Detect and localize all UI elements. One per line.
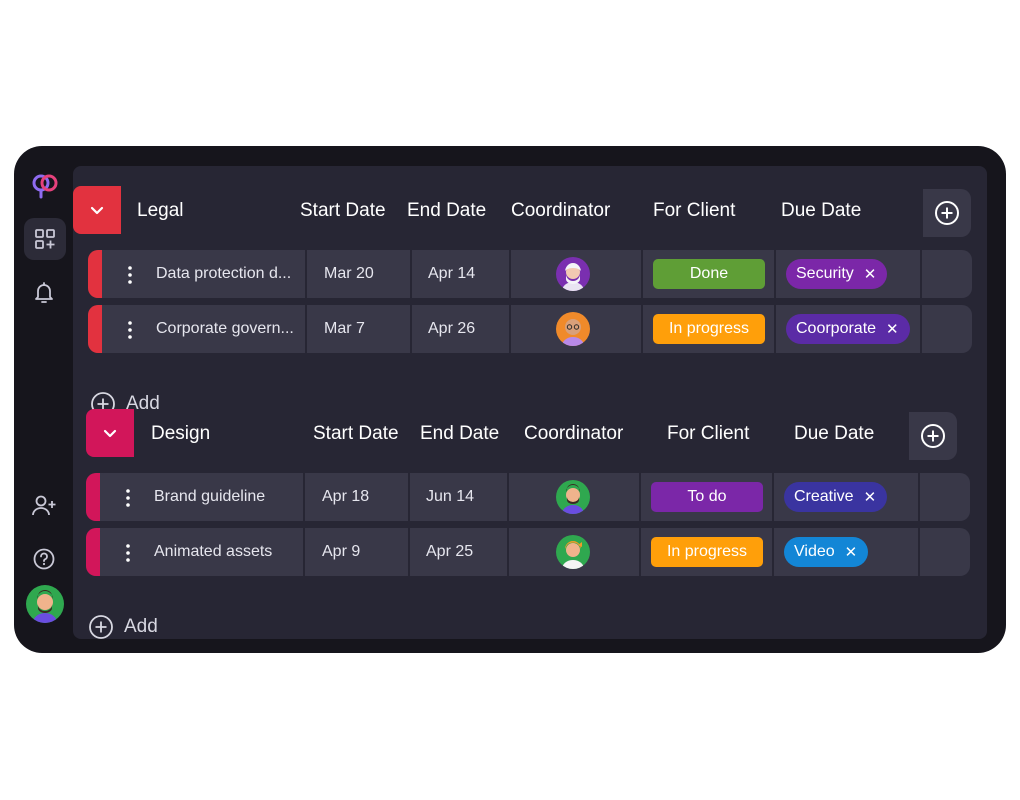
add-column-button[interactable] [923,189,971,237]
coordinator-cell[interactable] [556,250,590,298]
bell-icon[interactable] [33,281,55,305]
dashboard-add-icon [35,229,55,249]
group-header: Legal Start Date End Date Coordinator Fo… [73,186,973,237]
group-title: Design [151,423,211,444]
more-options-icon[interactable] [124,543,132,563]
start-date-cell[interactable]: Apr 9 [322,528,360,576]
due-date-cell[interactable]: Security ✕ [786,250,888,298]
table-row[interactable]: Brand guideline Apr 18 Jun 14 To do Crea… [86,473,970,521]
column-header-start-date[interactable]: Start Date [313,423,399,445]
task-name[interactable]: Animated assets [154,528,272,576]
row-color-stripe [88,305,102,353]
more-options-icon[interactable] [126,320,134,340]
table-row[interactable]: Animated assets Apr 9 Apr 25 In progress… [86,528,970,576]
column-header-start-date[interactable]: Start Date [300,200,386,222]
coordinator-avatar [556,535,590,569]
for-client-cell[interactable]: To do [651,473,763,521]
column-header-due-date[interactable]: Due Date [794,423,874,445]
for-client-cell[interactable]: In progress [651,528,763,576]
task-name[interactable]: Brand guideline [154,473,265,521]
close-icon[interactable]: ✕ [864,490,877,505]
task-name[interactable]: Data protection d... [156,250,291,298]
coordinator-avatar [556,257,590,291]
coordinator-cell[interactable] [556,528,590,576]
tag-label: Creative [794,488,854,505]
add-task-button[interactable]: Add [88,614,158,640]
user-avatar[interactable] [26,585,64,623]
app-window: Legal Start Date End Date Coordinator Fo… [14,146,1006,653]
due-date-cell[interactable]: Video ✕ [784,528,869,576]
plus-circle-icon [921,424,945,448]
collapse-button[interactable] [86,409,134,457]
coordinator-cell[interactable] [556,473,590,521]
start-date-cell[interactable]: Mar 20 [324,250,374,298]
column-header-end-date[interactable]: End Date [420,423,499,445]
table-row[interactable]: Data protection d... Mar 20 Apr 14 Done … [88,250,972,298]
help-icon[interactable] [33,548,55,570]
add-column-button[interactable] [909,412,957,460]
collapse-button[interactable] [73,186,121,234]
close-icon[interactable]: ✕ [886,322,899,337]
more-options-icon[interactable] [124,488,132,508]
task-name[interactable]: Corporate govern... [156,305,294,353]
task-board: Legal Start Date End Date Coordinator Fo… [73,166,987,639]
plus-circle-icon [89,615,113,639]
status-badge[interactable]: In progress [653,314,765,344]
column-header-for-client[interactable]: For Client [667,423,749,445]
add-label: Add [124,616,158,637]
column-header-due-date[interactable]: Due Date [781,200,861,222]
tag-chip[interactable]: Creative ✕ [784,482,888,512]
status-badge[interactable]: In progress [651,537,763,567]
table-row[interactable]: Corporate govern... Mar 7 Apr 26 In prog… [88,305,972,353]
dashboard-nav-button[interactable] [24,218,66,260]
tag-label: Security [796,265,854,282]
close-icon[interactable]: ✕ [845,545,858,560]
status-badge[interactable]: To do [651,482,763,512]
coordinator-avatar [556,480,590,514]
column-header-coordinator[interactable]: Coordinator [511,200,610,222]
logo-icon[interactable] [32,173,58,199]
tag-label: Video [794,543,835,560]
more-options-icon[interactable] [126,265,134,285]
close-icon[interactable]: ✕ [864,267,877,282]
group-header: Design Start Date End Date Coordinator F… [73,409,973,460]
tag-label: Coorporate [796,320,877,337]
row-color-stripe [86,528,100,576]
chevron-down-icon [90,206,104,214]
column-header-end-date[interactable]: End Date [407,200,486,222]
plus-circle-icon [935,201,959,225]
group-title: Legal [137,200,184,221]
start-date-cell[interactable]: Mar 7 [324,305,365,353]
for-client-cell[interactable]: In progress [653,305,765,353]
end-date-cell[interactable]: Apr 25 [426,528,473,576]
for-client-cell[interactable]: Done [653,250,765,298]
sidebar [14,146,74,653]
start-date-cell[interactable]: Apr 18 [322,473,369,521]
coordinator-cell[interactable] [556,305,590,353]
column-header-for-client[interactable]: For Client [653,200,735,222]
due-date-cell[interactable]: Creative ✕ [784,473,888,521]
end-date-cell[interactable]: Apr 14 [428,250,475,298]
tag-chip[interactable]: Coorporate ✕ [786,314,910,344]
end-date-cell[interactable]: Jun 14 [426,473,474,521]
row-color-stripe [86,473,100,521]
tag-chip[interactable]: Video ✕ [784,537,869,567]
status-badge[interactable]: Done [653,259,765,289]
coordinator-avatar [556,312,590,346]
tag-chip[interactable]: Security ✕ [786,259,888,289]
end-date-cell[interactable]: Apr 26 [428,305,475,353]
row-color-stripe [88,250,102,298]
chevron-down-icon [103,429,117,437]
column-header-coordinator[interactable]: Coordinator [524,423,623,445]
add-user-icon[interactable] [32,495,56,517]
due-date-cell[interactable]: Coorporate ✕ [786,305,910,353]
